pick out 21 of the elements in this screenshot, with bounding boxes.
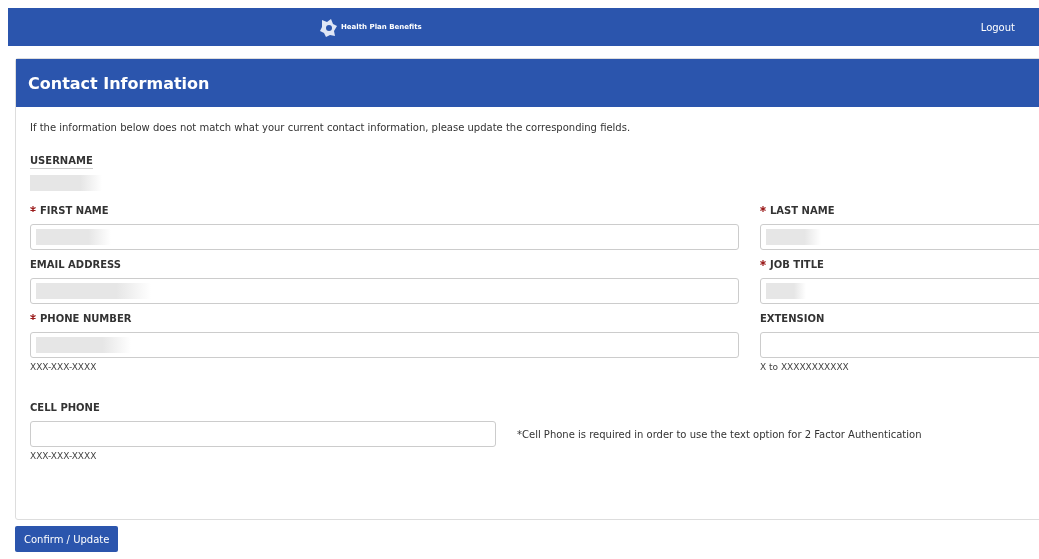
field-label: EMAIL ADDRESS (30, 259, 122, 270)
field-label: JOB TITLE (760, 259, 1039, 270)
logo-icon (318, 17, 338, 37)
field-label: PHONE NUMBER (30, 313, 739, 324)
format-hint: XXX-XXX-XXXX (30, 451, 98, 461)
confirm-button[interactable]: Confirm / Update (15, 526, 119, 552)
input-field[interactable] (30, 332, 739, 358)
field-label: FIRST NAME (30, 205, 739, 216)
field-label: LAST NAME (760, 205, 1039, 216)
logout-link[interactable]: Logout (980, 21, 1015, 33)
format-hint: X to XXXXXXXXXXX (760, 362, 850, 372)
intro-text: If the information below does not match what your current contact information, please update the corresponding fields. (30, 122, 632, 133)
input-field[interactable] (30, 278, 739, 304)
field-label: USERNAME (30, 155, 93, 169)
card-title: Contact Information (16, 59, 1039, 107)
field-label: CELL PHONE (30, 402, 101, 413)
field-label: EXTENSION (760, 313, 826, 324)
input-field[interactable] (30, 224, 739, 250)
format-hint: XXX-XXX-XXXX (30, 362, 98, 372)
input-field[interactable] (30, 421, 496, 447)
note-text: *Cell Phone is required in order to use the text option for 2 Factor Authentication (517, 428, 922, 440)
